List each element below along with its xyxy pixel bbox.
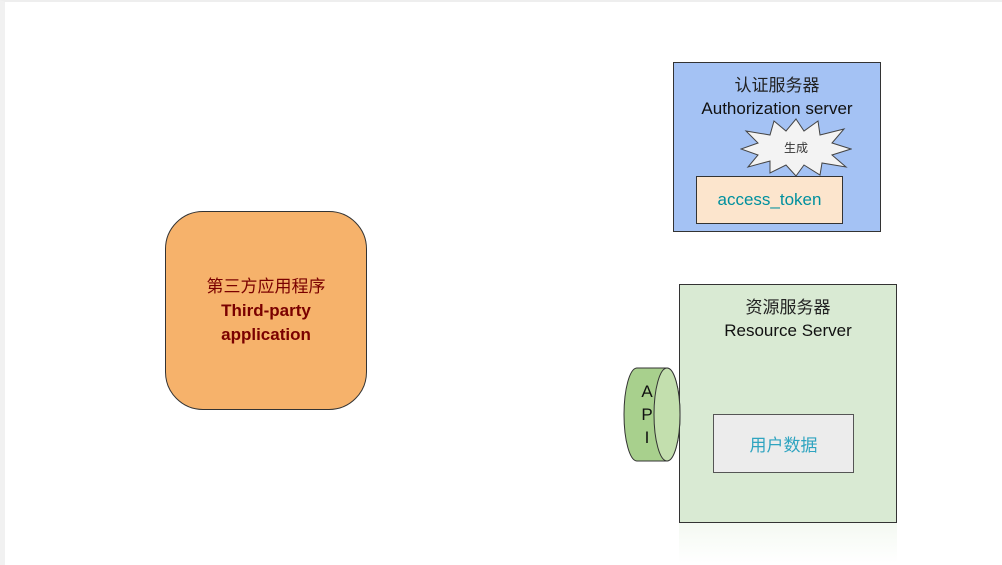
resource-server-en-label: Resource Server xyxy=(724,321,852,340)
third-party-app-zh-label: 第三方应用程序 xyxy=(206,276,326,296)
generate-burst-label: 生成 xyxy=(783,140,808,155)
third-party-app-node: 第三方应用程序 Third-party application xyxy=(165,211,367,410)
access-token-box: access_token xyxy=(696,176,843,224)
third-party-app-en-line1: Third-party xyxy=(221,300,311,320)
user-data-box: 用户数据 xyxy=(713,414,854,473)
authorization-server-zh-label: 认证服务器 xyxy=(734,76,820,95)
api-label: A P I xyxy=(632,380,662,449)
api-letter-p: P xyxy=(641,405,653,424)
api-letter-a: A xyxy=(641,382,653,401)
resource-server-node: 资源服务器 Resource Server 用户数据 xyxy=(679,284,897,523)
third-party-app-en-line2: application xyxy=(221,324,311,344)
resource-server-zh-label: 资源服务器 xyxy=(745,298,831,317)
api-letter-i: I xyxy=(644,428,650,447)
resource-server-fade xyxy=(679,523,897,563)
authorization-server-node: 认证服务器 Authorization server 生成 access_tok… xyxy=(673,62,881,232)
